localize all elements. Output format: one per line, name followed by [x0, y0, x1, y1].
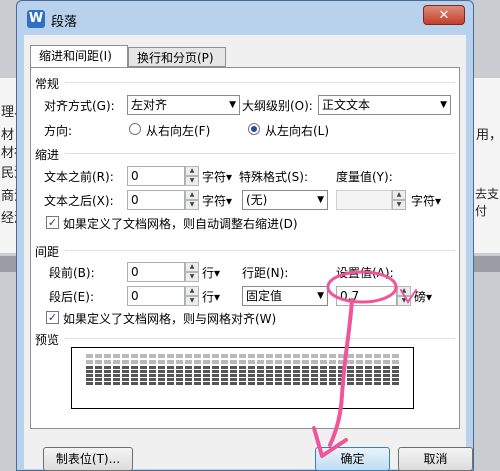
indent-before-spinner[interactable]: ▲ ▼	[185, 166, 199, 186]
dialog-title: 段落	[51, 15, 78, 30]
dropdown-arrow-icon: ▼	[229, 100, 236, 110]
snap-to-grid-label: 如果定义了文档网格，则与网格对齐(W)	[63, 312, 277, 326]
direction-label: 方向:	[44, 124, 73, 138]
outline-level-value: 正文文本	[322, 98, 371, 112]
rtl-label: 从右向左(F)	[146, 124, 211, 138]
tab-line-page-breaks[interactable]: 换行和分页(P)	[128, 47, 226, 67]
spin-up-icon[interactable]: ▲	[185, 166, 199, 176]
measure-spinner[interactable]: ▲ ▼	[392, 190, 406, 210]
preview-line	[86, 378, 401, 381]
setting-value-label: 设置值(A):	[336, 266, 394, 280]
special-format-value: (无)	[246, 193, 268, 207]
measure-label: 度量值(Y):	[336, 170, 393, 184]
preview-line	[86, 382, 401, 385]
dropdown-arrow-icon: ▼	[317, 291, 324, 301]
section-general: 常规	[35, 77, 60, 91]
spacing-before-label: 段前(B):	[49, 266, 95, 280]
line-spacing-value: 固定值	[246, 289, 283, 303]
spin-down-icon[interactable]: ▼	[185, 296, 199, 306]
divider	[65, 82, 455, 83]
section-indent: 缩进	[35, 148, 60, 162]
dialog-client-area: 缩进和间距(I) 换行和分页(P) 常规 对齐方式(G): 左对齐 ▼ 大纲级别…	[24, 35, 473, 471]
setting-value-input[interactable]: 0.7	[336, 286, 397, 306]
measure-input[interactable]	[336, 190, 392, 210]
divider	[65, 153, 455, 154]
line-spacing-select[interactable]: 固定值 ▼	[242, 286, 328, 306]
special-format-label: 特殊格式(S):	[239, 170, 309, 184]
tab-stops-button[interactable]: 制表位(T)...	[43, 447, 133, 471]
close-icon: ✕	[438, 8, 450, 23]
indent-before-label: 文本之前(R):	[44, 170, 114, 184]
auto-right-indent-label: 如果定义了文档网格，则自动调整右缩进(D)	[63, 217, 298, 231]
spacing-after-spinner[interactable]: ▲ ▼	[185, 286, 199, 306]
spin-up-icon[interactable]: ▲	[185, 190, 199, 200]
spin-down-icon[interactable]: ▼	[185, 176, 199, 186]
spin-down-icon[interactable]: ▼	[185, 272, 199, 282]
spacing-before-input[interactable]: 0	[127, 262, 185, 282]
divider	[65, 338, 455, 339]
alignment-label: 对齐方式(G):	[44, 99, 115, 113]
spin-up-icon[interactable]: ▲	[185, 262, 199, 272]
spacing-after-label: 段后(E):	[49, 290, 94, 304]
indent-before-input[interactable]: 0	[127, 166, 185, 186]
spin-up-icon[interactable]: ▲	[185, 286, 199, 296]
spin-down-icon[interactable]: ▼	[392, 200, 406, 210]
line-spacing-label: 行距(N):	[242, 266, 289, 280]
preview-box	[71, 347, 414, 409]
outline-level-select[interactable]: 正文文本 ▼	[318, 95, 451, 115]
preview-line	[86, 354, 401, 358]
preview-line	[86, 366, 401, 369]
outline-level-label: 大纲级别(O):	[242, 99, 313, 113]
indent-after-unit[interactable]: 字符▾	[202, 192, 232, 209]
setting-value-spinner[interactable]: ▲ ▼	[397, 286, 411, 306]
spin-up-icon[interactable]: ▲	[392, 190, 406, 200]
ok-button[interactable]: 确定	[315, 447, 390, 471]
rtl-radio[interactable]	[129, 123, 141, 135]
doc-text-line: 用，	[476, 128, 500, 143]
dropdown-arrow-icon: ▼	[440, 100, 447, 110]
spin-up-icon[interactable]: ▲	[397, 286, 411, 296]
indent-before-unit[interactable]: 字符▾	[202, 168, 232, 185]
indent-after-label: 文本之后(X):	[44, 194, 114, 208]
setting-value-unit[interactable]: 磅▾	[414, 288, 432, 305]
spacing-before-unit[interactable]: 行▾	[202, 264, 220, 281]
spin-down-icon[interactable]: ▼	[397, 296, 411, 306]
spin-down-icon[interactable]: ▼	[185, 200, 199, 210]
spacing-before-spinner[interactable]: ▲ ▼	[185, 262, 199, 282]
snap-to-grid-checkbox[interactable]: ✓	[46, 311, 59, 324]
tab-indent-spacing[interactable]: 缩进和间距(I)	[30, 45, 128, 68]
measure-unit[interactable]: 字符▾	[411, 192, 441, 209]
close-button[interactable]: ✕	[423, 5, 465, 25]
preview-line	[86, 374, 401, 377]
auto-right-indent-checkbox[interactable]: ✓	[46, 216, 59, 229]
indent-after-spinner[interactable]: ▲ ▼	[185, 190, 199, 210]
divider	[65, 250, 455, 251]
paragraph-dialog: W 段落 ✕ 缩进和间距(I) 换行和分页(P) 常规 对齐方式(G): 左对齐…	[16, 0, 474, 471]
special-format-select[interactable]: (无) ▼	[242, 190, 328, 210]
section-preview: 预览	[35, 333, 60, 347]
doc-text-line: 去支付	[475, 187, 500, 218]
preview-line	[86, 360, 401, 364]
doc-text-line: 材	[1, 128, 15, 143]
spacing-after-unit[interactable]: 行▾	[202, 288, 220, 305]
app-icon: W	[27, 10, 45, 28]
alignment-select[interactable]: 左对齐 ▼	[127, 95, 240, 115]
dropdown-arrow-icon: ▼	[317, 195, 324, 205]
cancel-button[interactable]: 取消	[398, 447, 473, 471]
indent-after-input[interactable]: 0	[127, 190, 185, 210]
title-bar[interactable]: W 段落 ✕	[17, 1, 473, 35]
preview-line	[86, 370, 401, 373]
ltr-radio[interactable]	[248, 123, 260, 135]
ltr-label: 从左向右(L)	[265, 124, 330, 138]
checkmark-icon: ✓	[47, 311, 58, 324]
alignment-value: 左对齐	[131, 98, 168, 112]
spacing-after-input[interactable]: 0	[127, 286, 185, 306]
checkmark-icon: ✓	[47, 216, 58, 229]
section-spacing: 间距	[35, 245, 60, 259]
